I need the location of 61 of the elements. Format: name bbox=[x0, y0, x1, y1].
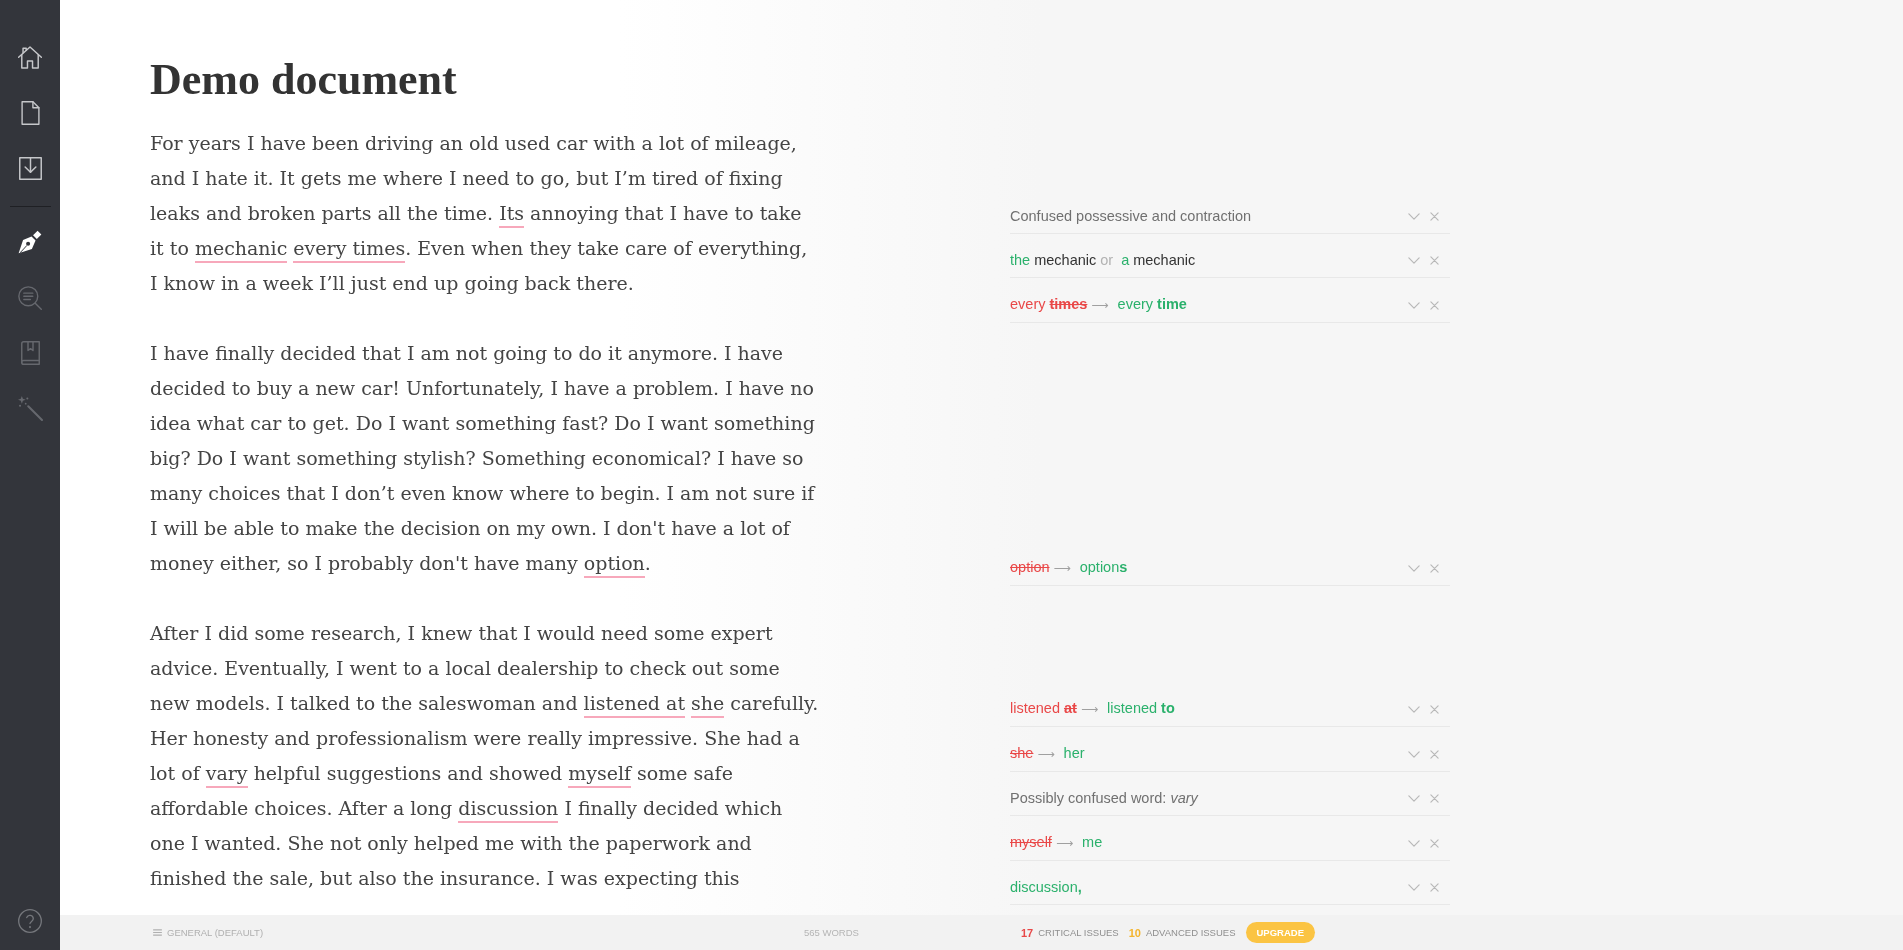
chevron-down-icon bbox=[1408, 795, 1420, 802]
chevron-down-icon bbox=[1408, 257, 1420, 264]
issue-suggestion[interactable]: option ⟶ options bbox=[1010, 557, 1398, 579]
help-icon bbox=[18, 909, 42, 933]
close-icon bbox=[1430, 563, 1439, 573]
document-title: Demo document bbox=[150, 55, 458, 105]
expand-button[interactable] bbox=[1408, 884, 1420, 891]
chevron-down-icon bbox=[1408, 839, 1420, 847]
issue-suggestion[interactable]: listened at ⟶ listened to bbox=[1010, 698, 1398, 720]
chevron-down-icon bbox=[1408, 750, 1420, 758]
issue-count: 17 bbox=[1021, 926, 1034, 939]
book-icon bbox=[19, 341, 41, 365]
issue-suggestion[interactable]: Confused possessive and contraction bbox=[1010, 206, 1398, 227]
close-icon bbox=[1430, 212, 1439, 221]
chevron-down-icon bbox=[1408, 213, 1420, 220]
chevron-down-icon bbox=[1408, 884, 1420, 891]
close-icon bbox=[1430, 749, 1439, 759]
expand-button[interactable] bbox=[1408, 795, 1420, 802]
close-icon bbox=[1430, 838, 1439, 848]
chevron-down-icon bbox=[1408, 301, 1420, 309]
dismiss-button[interactable] bbox=[1430, 212, 1439, 221]
chevron-down-icon bbox=[1408, 705, 1420, 713]
dismiss-button[interactable] bbox=[1430, 704, 1439, 714]
dismiss-button[interactable] bbox=[1430, 563, 1439, 573]
expand-button[interactable] bbox=[1408, 301, 1420, 309]
issue-suggestion[interactable]: myself ⟶ me bbox=[1010, 832, 1398, 854]
home-icon bbox=[18, 45, 42, 69]
expand-button[interactable] bbox=[1408, 564, 1420, 572]
magic-wand-icon bbox=[17, 396, 43, 421]
paragraph: I have finally decided that I am not going to do it anymore. I have decided to buy a new car! Unfortunately, I have a problem. I have no idea what car to get. Do I want something fast? Do I want something big? Do I want something stylish? Something economical? I have so many choices that I don’t even know where to begin. I am not sure if I will be able to make the decision on my own. I don't have a lot of money either, so I probably don't have many option. bbox=[150, 336, 820, 581]
dismiss-button[interactable] bbox=[1430, 838, 1439, 848]
expand-button[interactable] bbox=[1408, 705, 1420, 713]
issue-suggestion[interactable]: Possibly confused word: vary bbox=[1010, 788, 1398, 809]
expand-button[interactable] bbox=[1408, 257, 1420, 264]
issue-suggestion[interactable]: every times ⟶ every time bbox=[1010, 294, 1398, 316]
close-icon bbox=[1430, 704, 1439, 714]
download-icon bbox=[18, 156, 42, 180]
dismiss-button[interactable] bbox=[1430, 883, 1439, 892]
dismiss-button[interactable] bbox=[1430, 256, 1439, 265]
chevron-down-icon bbox=[1408, 564, 1420, 572]
issue-label: CRITICAL ISSUES bbox=[1038, 927, 1119, 938]
expand-button[interactable] bbox=[1408, 213, 1420, 220]
file-icon bbox=[20, 100, 40, 125]
close-icon bbox=[1430, 794, 1439, 803]
close-icon bbox=[1430, 300, 1439, 310]
dismiss-button[interactable] bbox=[1430, 749, 1439, 759]
dismiss-button[interactable] bbox=[1430, 794, 1439, 803]
expand-button[interactable] bbox=[1408, 750, 1420, 758]
paragraph: For years I have been driving an old used car with a lot of mileage, and I hate it. It gets me where I need to go, but I’m tired of fixing leaks and broken parts all the time. Its annoying that I have to take it to mechanic every times. Even when they take care of everything, I know in a week I’ll just end up going back there. bbox=[150, 131, 809, 296]
document-search-icon bbox=[18, 285, 42, 310]
issue-suggestion[interactable]: she ⟶ her bbox=[1010, 743, 1398, 765]
issue-count: 10 bbox=[1128, 926, 1141, 939]
issue-suggestion[interactable]: the mechanic or a mechanic bbox=[1010, 250, 1398, 271]
dismiss-button[interactable] bbox=[1430, 300, 1439, 310]
pen-nib-icon bbox=[18, 230, 42, 254]
paragraph: After I did some research, I knew that I would need some expert advice. Eventually, I went to a local dealership to check out some new models. I talked to the saleswoman and listened at she carefully. Her honesty and professionalism were really impressive. She had a lot of vary helpful suggestions and showed myself some safe affordable choices. After a long discussion I finally decided which one I wanted. She not only helped me with the paperwork and finished the sale, but also the insurance. I was expecting this bbox=[150, 621, 820, 891]
close-icon bbox=[1430, 256, 1439, 265]
issue-label: ADVANCED ISSUES bbox=[1145, 927, 1236, 938]
expand-button[interactable] bbox=[1408, 839, 1420, 847]
close-icon bbox=[1430, 883, 1439, 892]
menu-icon bbox=[153, 929, 162, 936]
